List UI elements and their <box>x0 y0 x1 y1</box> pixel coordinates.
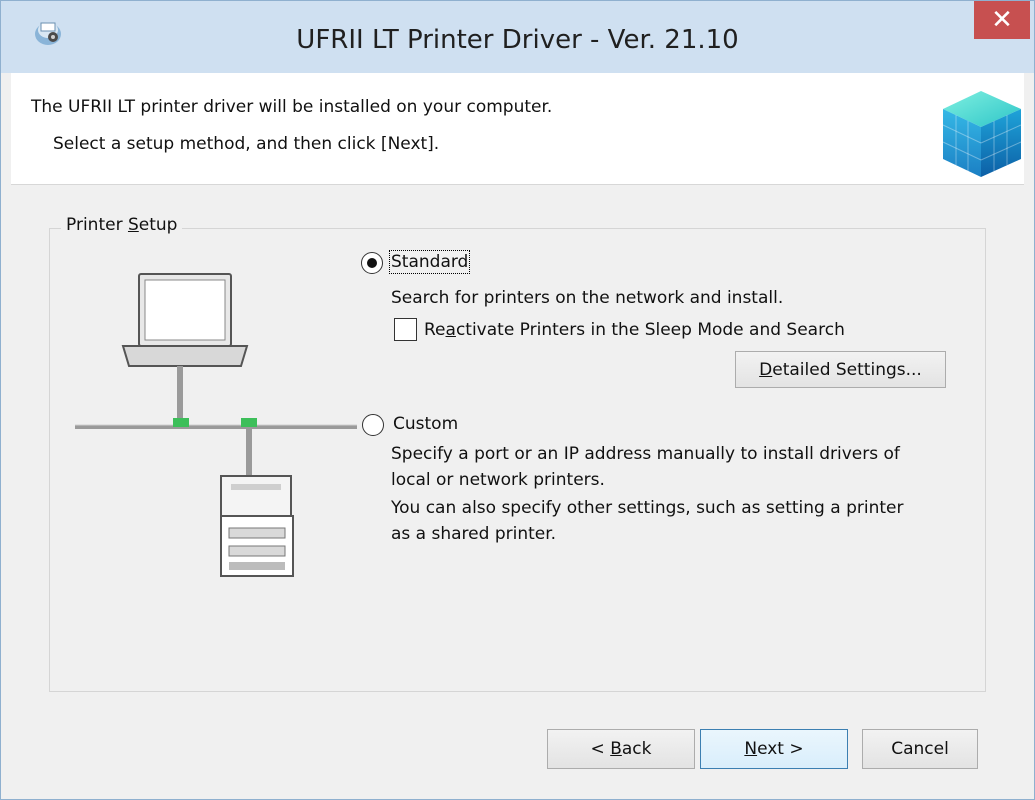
blue-cube-graphic <box>942 91 1022 177</box>
header-instruction: Select a setup method, and then click [N… <box>53 134 440 154</box>
header-panel: The UFRII LT printer driver will be inst… <box>11 73 1024 185</box>
laptop-icon <box>121 273 249 367</box>
standard-label[interactable]: Standard <box>388 250 471 274</box>
custom-description-line1: Specify a port or an IP address manually… <box>391 444 900 464</box>
custom-label[interactable]: Custom <box>393 414 458 434</box>
custom-description-line4: as a shared printer. <box>391 524 557 544</box>
close-button[interactable]: ✕ <box>974 1 1030 39</box>
printer-icon <box>220 475 294 577</box>
group-label: Printer Setup <box>61 215 183 235</box>
standard-radio[interactable] <box>361 252 383 274</box>
cancel-button[interactable]: Cancel <box>862 729 978 769</box>
standard-radio-dot <box>367 258 377 268</box>
custom-description-line2: local or network printers. <box>391 470 605 490</box>
window-title: UFRII LT Printer Driver - Ver. 21.10 <box>296 25 739 55</box>
standard-description: Search for printers on the network and i… <box>391 288 784 308</box>
detailed-settings-button[interactable]: Detailed Settings... <box>735 351 946 388</box>
network-line <box>75 424 357 429</box>
close-icon: ✕ <box>991 5 1013 35</box>
network-illustration <box>75 273 357 577</box>
title-bar[interactable]: UFRII LT Printer Driver - Ver. 21.10 ✕ <box>1 1 1034 73</box>
next-button[interactable]: Next > <box>700 729 848 769</box>
custom-radio[interactable] <box>362 414 384 436</box>
reactivate-checkbox[interactable] <box>394 318 417 341</box>
header-description: The UFRII LT printer driver will be inst… <box>31 97 553 117</box>
reactivate-label[interactable]: Reactivate Printers in the Sleep Mode an… <box>424 320 845 340</box>
installer-window: UFRII LT Printer Driver - Ver. 21.10 ✕ T… <box>0 0 1035 800</box>
back-button[interactable]: < Back <box>547 729 695 769</box>
custom-description-line3: You can also specify other settings, suc… <box>391 498 904 518</box>
